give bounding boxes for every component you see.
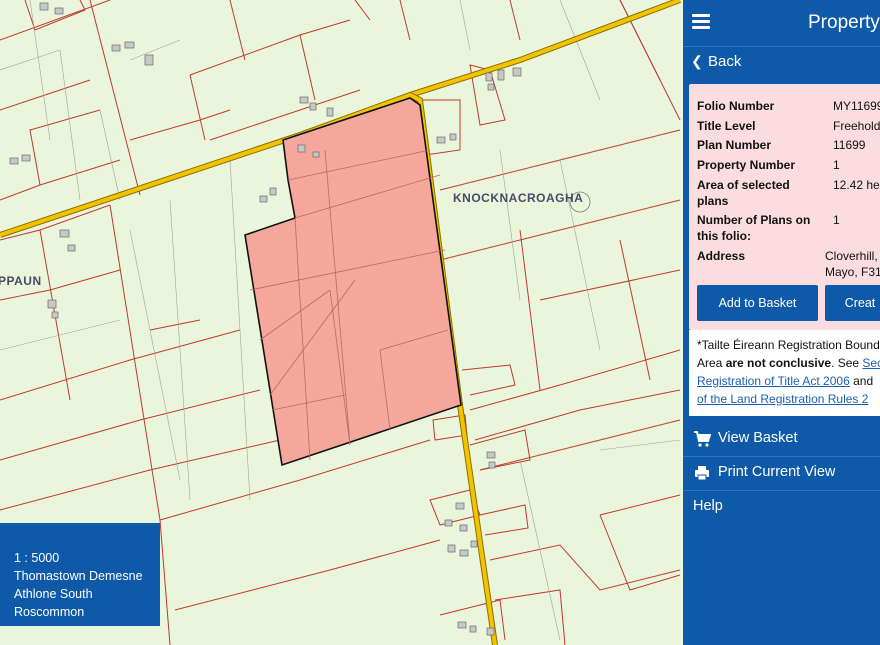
create-button[interactable]: Creat: [825, 285, 880, 321]
property-number-value: 1: [833, 158, 840, 172]
notice-line1: *Tailte Éireann Registration Boundar: [697, 338, 880, 352]
townland-label-knocknacroagha: KNOCKNACROAGHA: [453, 191, 584, 205]
panel-title: Property: [808, 12, 880, 33]
area-value: 12.42 hec: [833, 178, 880, 192]
print-current-view-button[interactable]: Print Current View: [683, 456, 880, 490]
shopping-cart-icon: [694, 431, 711, 447]
add-to-basket-button[interactable]: Add to Basket: [697, 285, 818, 321]
county-name: Roscommon: [14, 605, 85, 619]
back-label: Back: [708, 53, 742, 70]
area-label-1: Area of selected: [697, 178, 790, 192]
plans-count-value: 1: [833, 213, 840, 227]
registration-notice: *Tailte Éireann Registration Boundar Are…: [689, 330, 880, 416]
notice-line4: of the Land Registration Rules 2: [697, 390, 880, 408]
view-basket-label: View Basket: [718, 430, 798, 446]
electoral-division: Athlone South: [14, 587, 93, 601]
plan-number-label: Plan Number: [697, 138, 772, 152]
property-number-label: Property Number: [697, 158, 796, 172]
plans-count-label-1: Number of Plans on: [697, 213, 811, 227]
chevron-left-icon: ❮: [691, 53, 703, 69]
map-scale: 1 : 5000: [14, 551, 60, 565]
notice-text: and: [849, 374, 874, 388]
notice-line3: Registration of Title Act 2006 and: [697, 372, 880, 390]
folio-number-label: Folio Number: [697, 99, 775, 113]
notice-text: Area: [697, 356, 726, 370]
property-panel: Property ❮ Back Folio Number MY11699 Tit…: [683, 0, 880, 645]
address-label: Address: [697, 249, 746, 263]
land-registration-rules-link[interactable]: of the Land Registration Rules 2: [697, 392, 868, 406]
section-link[interactable]: Sectio: [862, 356, 880, 370]
print-current-view-label: Print Current View: [718, 464, 836, 480]
address-value-line1: Cloverhill, B: [825, 249, 880, 263]
notice-text: . See: [831, 356, 863, 370]
hamburger-menu-icon[interactable]: [692, 14, 710, 30]
plans-count-label-2: this folio:: [697, 229, 751, 243]
notice-bold-text: are not conclusive: [725, 356, 832, 370]
help-button[interactable]: Help: [683, 490, 880, 524]
folio-number-value: MY11699: [833, 99, 880, 113]
property-details-card: Folio Number MY11699 Title Level Freehol…: [689, 84, 880, 330]
view-basket-button[interactable]: View Basket: [683, 422, 880, 456]
title-level-label: Title Level: [697, 119, 756, 133]
address-value-line2: Mayo, F31 I: [825, 265, 880, 279]
plan-number-value: 11699: [833, 138, 866, 152]
townland-label-left: PPAUN: [0, 274, 42, 288]
printer-icon: [695, 466, 709, 481]
title-level-value: Freehold: [833, 119, 880, 133]
townland-name: Thomastown Demesne: [14, 569, 143, 583]
location-info-box: 1 : 5000 Thomastown Demesne Athlone Sout…: [0, 523, 160, 626]
panel-header: Property: [683, 0, 880, 46]
help-label: Help: [693, 498, 723, 514]
notice-line2: Area are not conclusive. See Sectio: [697, 354, 880, 372]
registration-act-link[interactable]: Registration of Title Act 2006: [697, 374, 850, 388]
back-button[interactable]: ❮ Back: [683, 46, 880, 77]
area-label-2: plans: [697, 194, 729, 208]
